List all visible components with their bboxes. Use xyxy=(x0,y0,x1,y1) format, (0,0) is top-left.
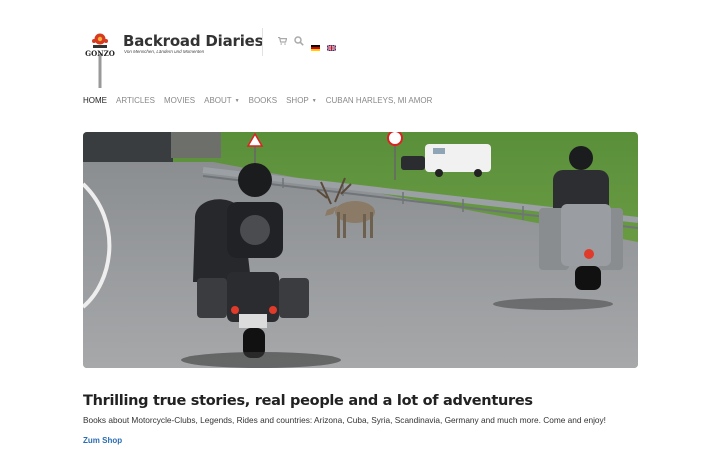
page-description: Books about Motorcycle-Clubs, Legends, R… xyxy=(83,415,606,425)
nav-item-label: MOVIES xyxy=(163,96,196,105)
page-headline: Thrilling true stories, real people and … xyxy=(83,393,533,409)
nav-item-books[interactable]: BOOKS xyxy=(249,96,277,105)
hero-image xyxy=(83,132,638,368)
dropdown-caret-icon: ▼ xyxy=(234,97,240,104)
nav-item-label: BOOKS xyxy=(248,96,278,105)
nav-item-home[interactable]: HOME xyxy=(83,96,107,105)
site-tagline: Von Menschen, Ländern und Momenten xyxy=(124,49,205,54)
dropdown-caret-icon: ▼ xyxy=(311,97,317,104)
nav-item-label: ARTICLES xyxy=(116,96,155,105)
main-nav: HOME ARTICLES MOVIES ABOUT ▼ BOOKS SHOP ▼ … xyxy=(83,96,432,105)
site-title[interactable]: Backroad Diaries xyxy=(123,32,264,50)
nav-item-label: SHOP xyxy=(286,96,309,105)
header-divider xyxy=(262,28,263,56)
svg-text:GONZO: GONZO xyxy=(85,49,115,58)
uk-flag-icon[interactable] xyxy=(326,38,337,52)
nav-item-cuban-harleys[interactable]: CUBAN HARLEYS, MI AMOR xyxy=(326,96,433,105)
german-flag-icon[interactable] xyxy=(311,38,320,51)
site-logo[interactable]: GONZO xyxy=(83,32,117,88)
nav-item-articles[interactable]: ARTICLES xyxy=(116,96,155,105)
nav-item-movies[interactable]: MOVIES xyxy=(164,96,195,105)
nav-item-label: CUBAN HARLEYS, MI AMOR xyxy=(325,96,433,105)
nav-item-label: ABOUT xyxy=(204,96,232,105)
cart-icon[interactable] xyxy=(277,36,287,46)
shop-link[interactable]: Zum Shop xyxy=(83,436,122,445)
nav-item-about[interactable]: ABOUT ▼ xyxy=(204,96,240,105)
site-header: GONZO Backroad Diaries Von Menschen, Län… xyxy=(83,26,643,88)
search-icon[interactable] xyxy=(294,36,304,46)
nav-item-label: HOME xyxy=(83,96,107,105)
nav-item-shop[interactable]: SHOP ▼ xyxy=(286,96,317,105)
header-icons xyxy=(277,36,337,52)
